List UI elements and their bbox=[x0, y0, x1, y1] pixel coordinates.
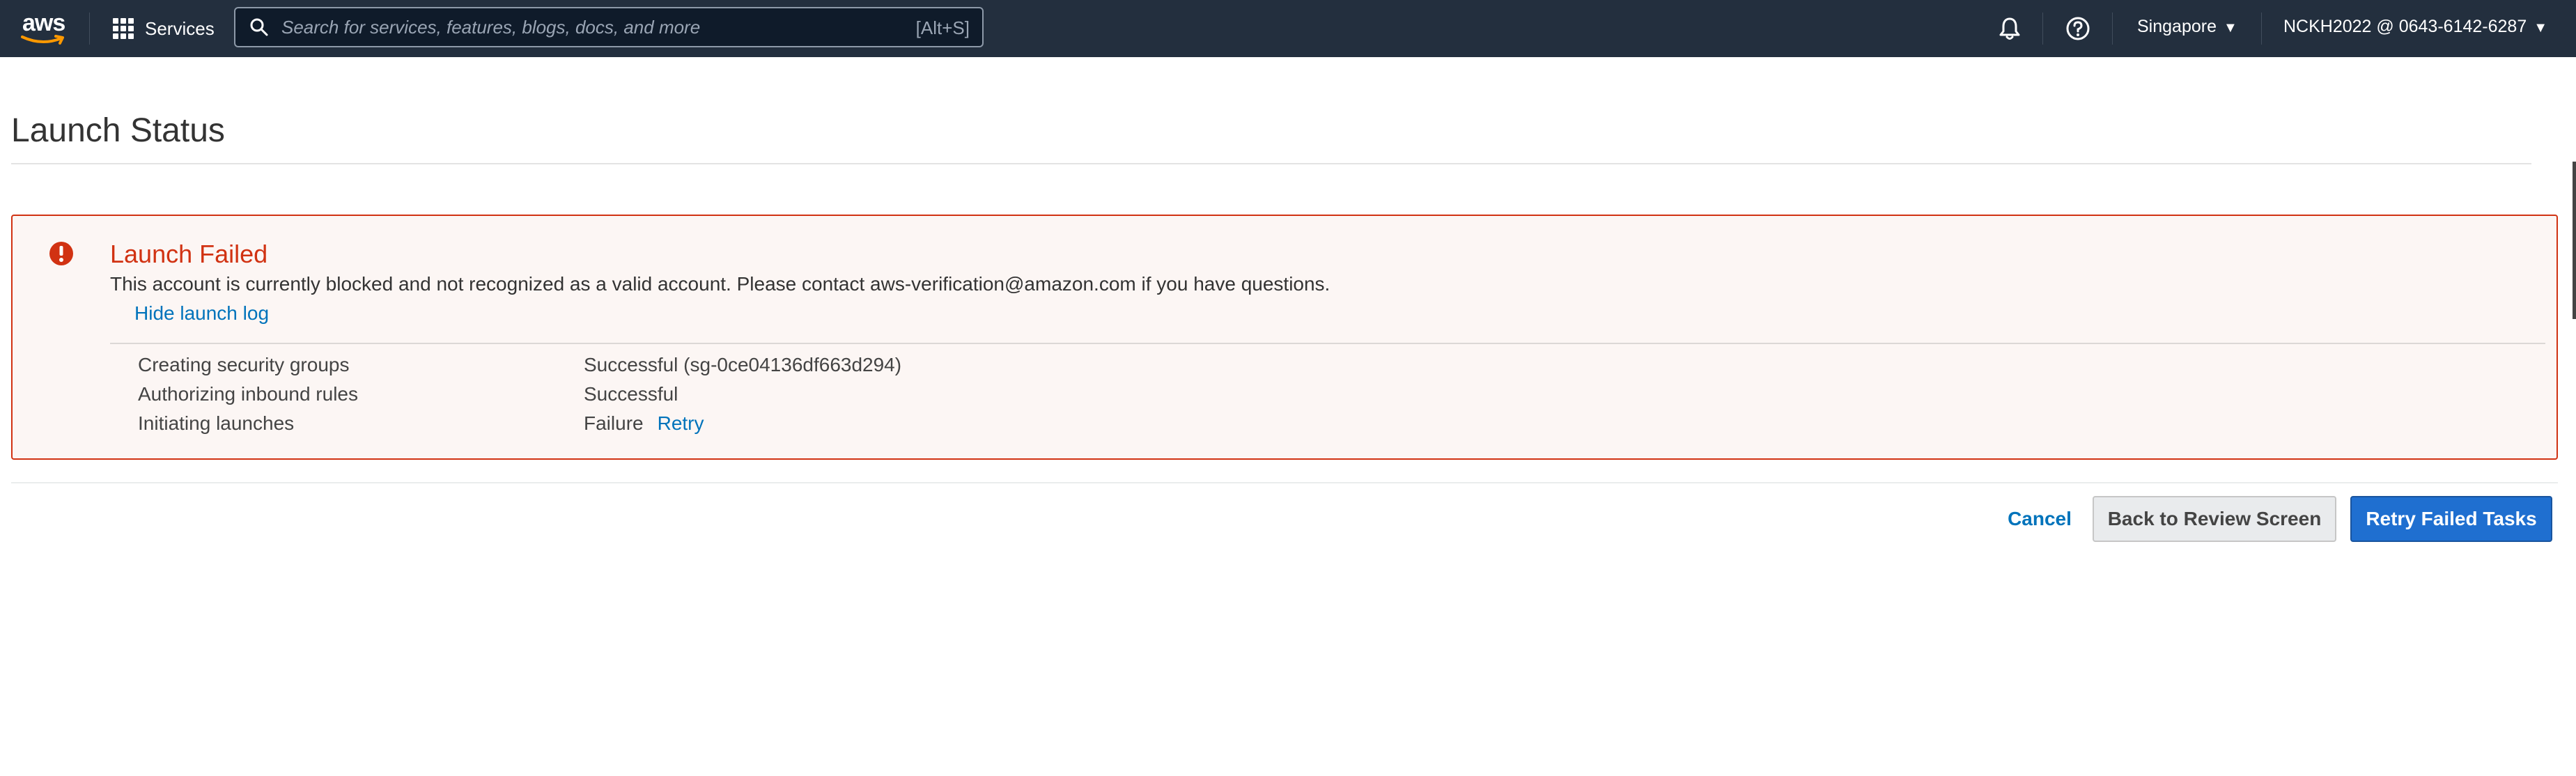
aws-smile-icon bbox=[21, 35, 64, 45]
log-task-status: Successful (sg-0ce04136df663d294) bbox=[584, 354, 902, 375]
hide-launch-log-link[interactable]: Hide launch log bbox=[134, 302, 269, 325]
back-to-review-button[interactable]: Back to Review Screen bbox=[2093, 496, 2336, 542]
search-shortcut-hint: [Alt+S] bbox=[915, 17, 970, 38]
region-label: Singapore bbox=[2137, 17, 2217, 36]
log-task-label: Initiating launches bbox=[138, 412, 295, 434]
nav-divider bbox=[2112, 13, 2113, 45]
log-task-status: Failure bbox=[584, 412, 644, 434]
search-input[interactable] bbox=[280, 15, 882, 39]
launch-failed-alert: Launch Failed This account is currently … bbox=[11, 215, 2558, 460]
account-label: NCKH2022 @ 0643-6142-6287 bbox=[2283, 17, 2527, 36]
page-title: Launch Status bbox=[11, 112, 225, 149]
nav-divider bbox=[2261, 13, 2262, 45]
error-icon bbox=[49, 242, 73, 265]
services-label: Services bbox=[145, 17, 215, 39]
services-grid-icon bbox=[113, 18, 134, 39]
cancel-button[interactable]: Cancel bbox=[1998, 496, 2081, 542]
aws-logo[interactable]: aws bbox=[21, 10, 67, 45]
actions-divider bbox=[11, 482, 2558, 483]
aws-logo-text: aws bbox=[22, 10, 65, 36]
alert-title: Launch Failed bbox=[110, 240, 268, 268]
nav-divider bbox=[2042, 13, 2043, 45]
top-navigation-bar: aws Services [Alt+S] bbox=[0, 0, 2576, 57]
log-task-label: Authorizing inbound rules bbox=[138, 383, 358, 405]
log-task-status-row: Failure Retry bbox=[584, 412, 704, 435]
help-icon bbox=[2066, 17, 2090, 40]
scrollbar-thumb[interactable] bbox=[2573, 162, 2576, 319]
alert-message: This account is currently blocked and no… bbox=[110, 273, 1330, 295]
search-box[interactable]: [Alt+S] bbox=[234, 7, 984, 47]
log-task-status: Successful bbox=[584, 383, 678, 405]
log-task-label: Creating security groups bbox=[138, 354, 350, 375]
account-menu[interactable]: NCKH2022 @ 0643-6142-6287 ▼ bbox=[2283, 17, 2547, 37]
caret-down-icon: ▼ bbox=[2223, 20, 2237, 36]
region-selector[interactable]: Singapore ▼ bbox=[2137, 17, 2237, 37]
notifications-bell-icon bbox=[1999, 17, 2020, 40]
caret-down-icon: ▼ bbox=[2534, 20, 2548, 36]
retry-link[interactable]: Retry bbox=[658, 412, 704, 434]
nav-divider bbox=[89, 13, 90, 45]
retry-failed-tasks-button[interactable]: Retry Failed Tasks bbox=[2350, 496, 2552, 542]
title-divider bbox=[11, 163, 2531, 164]
search-icon bbox=[250, 18, 268, 36]
notifications-button[interactable] bbox=[1996, 15, 2023, 42]
services-menu-button[interactable]: Services bbox=[113, 15, 215, 42]
help-button[interactable] bbox=[2065, 15, 2091, 42]
launch-log-divider bbox=[110, 343, 2545, 344]
